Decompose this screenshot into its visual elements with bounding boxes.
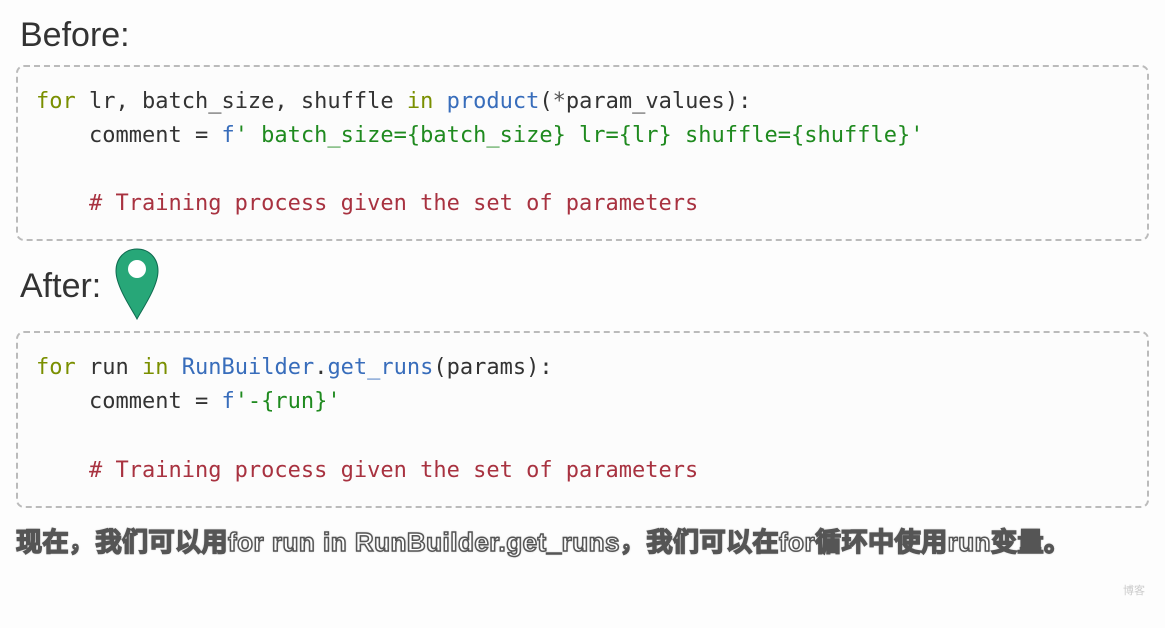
indent bbox=[36, 458, 89, 483]
fstring-prefix: f bbox=[221, 389, 234, 414]
code-text: comment = bbox=[89, 123, 221, 148]
keyword-for: for bbox=[36, 89, 76, 114]
code-text: comment = bbox=[89, 389, 221, 414]
code-text bbox=[168, 355, 181, 380]
func-product: product bbox=[447, 89, 540, 114]
comment: # Training process given the set of para… bbox=[89, 191, 698, 216]
indent bbox=[36, 191, 89, 216]
code-block-before: for lr, batch_size, shuffle in product(*… bbox=[16, 65, 1149, 241]
blank-line bbox=[36, 153, 1129, 187]
keyword-in: in bbox=[407, 89, 434, 114]
subtitle-caption: 现在，我们可以用for run in RunBuilder.get_runs，我… bbox=[16, 522, 1149, 559]
code-text: lr, batch_size, shuffle bbox=[76, 89, 407, 114]
paren: ( bbox=[433, 355, 446, 380]
paren: ) bbox=[725, 89, 738, 114]
fstring-prefix: f bbox=[221, 123, 234, 148]
class-runbuilder: RunBuilder bbox=[182, 355, 314, 380]
paren: ) bbox=[526, 355, 539, 380]
code-text: param_values bbox=[566, 89, 725, 114]
indent bbox=[36, 389, 89, 414]
indent bbox=[36, 123, 89, 148]
string-literal: '-{run}' bbox=[235, 389, 341, 414]
code-text: params bbox=[447, 355, 526, 380]
code-block-after: for run in RunBuilder.get_runs(params): … bbox=[16, 331, 1149, 507]
comment: # Training process given the set of para… bbox=[89, 458, 698, 483]
location-pin-icon bbox=[111, 245, 163, 323]
colon: : bbox=[738, 89, 751, 114]
colon: : bbox=[539, 355, 552, 380]
heading-after: After: bbox=[20, 267, 101, 306]
paren: ( bbox=[539, 89, 552, 114]
operator-star: * bbox=[553, 89, 566, 114]
blank-line bbox=[36, 420, 1129, 454]
code-text: run bbox=[76, 355, 142, 380]
heading-before: Before: bbox=[20, 16, 1149, 55]
string-literal: ' batch_size={batch_size} lr={lr} shuffl… bbox=[235, 123, 924, 148]
method-getruns: get_runs bbox=[327, 355, 433, 380]
keyword-in: in bbox=[142, 355, 169, 380]
keyword-for: for bbox=[36, 355, 76, 380]
watermark: 博客 bbox=[1123, 582, 1145, 598]
dot: . bbox=[314, 355, 327, 380]
code-text bbox=[433, 89, 446, 114]
